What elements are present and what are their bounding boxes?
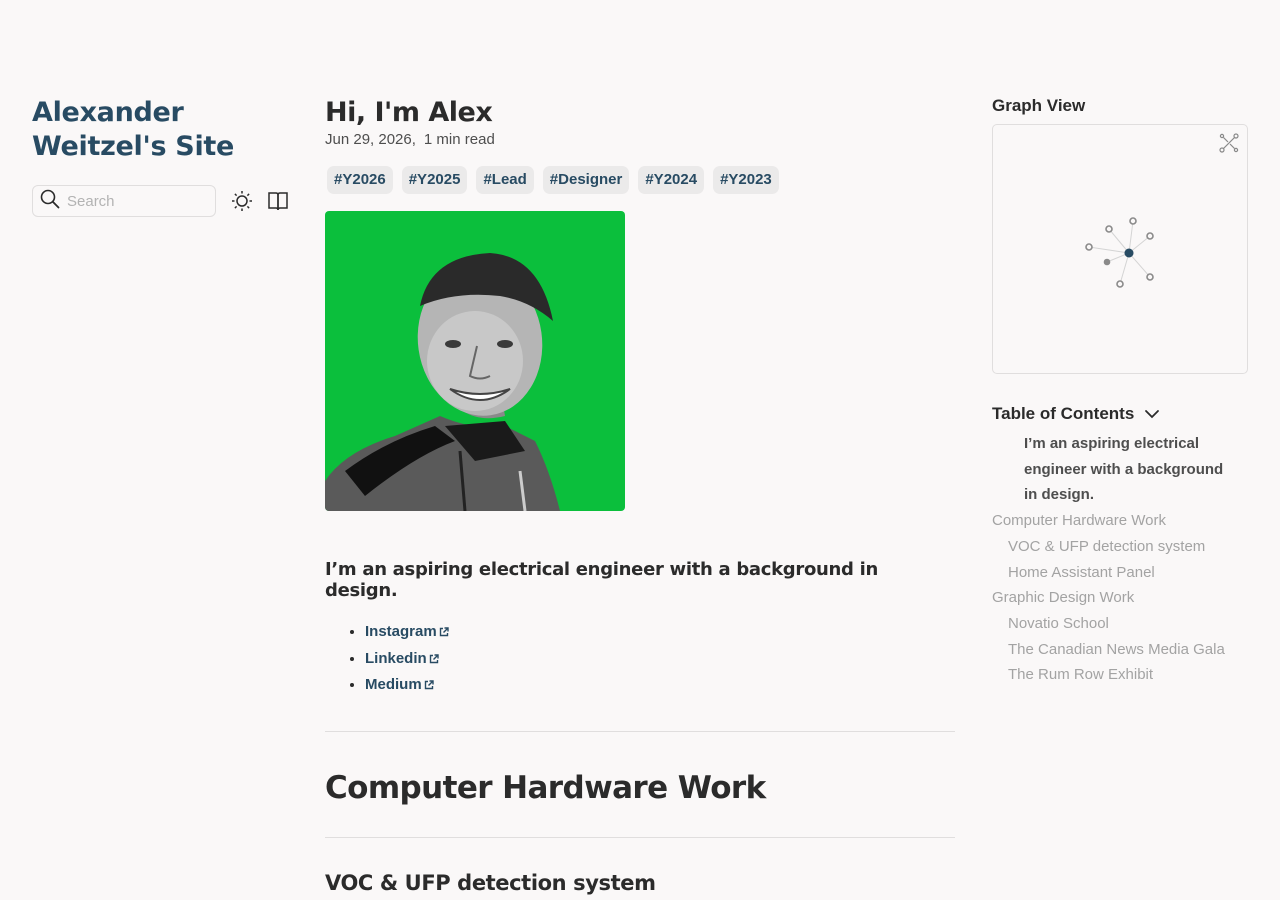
subsection-heading: VOC & UFP detection system — [325, 870, 656, 895]
list-item: Medium — [365, 672, 955, 699]
tag[interactable]: #Designer — [542, 166, 630, 194]
toc-item[interactable]: Computer Hardware Work — [992, 508, 1248, 534]
toc-item[interactable]: Novatio School — [992, 611, 1248, 637]
external-link-icon — [424, 673, 434, 699]
intro-heading: I’m an aspiring electrical engineer with… — [325, 559, 878, 601]
chevron-down-icon[interactable] — [1144, 406, 1160, 422]
article-meta: Jun 29, 2026, 1 min read — [325, 131, 955, 148]
sun-icon[interactable] — [230, 189, 254, 213]
link-label: Linkedin — [365, 649, 427, 667]
section-heading: Computer Hardware Work — [325, 769, 766, 806]
divider — [325, 836, 955, 838]
toc-item[interactable]: VOC & UFP detection system — [992, 534, 1248, 560]
list-item: Linkedin — [365, 646, 955, 673]
article: Hi, I'm Alex Jun 29, 2026, 1 min read #Y… — [325, 96, 955, 895]
site-title[interactable]: Alexander Weitzel's Site — [32, 96, 292, 164]
sidebar-tools: Search — [32, 185, 292, 217]
profile-photo — [325, 211, 625, 511]
toc-title: Table of Contents — [992, 404, 1135, 423]
social-links: Instagram Linkedin Medium — [365, 619, 955, 699]
medium-link[interactable]: Medium — [365, 676, 434, 693]
link-label: Instagram — [365, 623, 437, 640]
toc-item[interactable]: Graphic Design Work — [992, 585, 1248, 611]
right-sidebar: Graph View Table of Contents I’m an aspi… — [992, 96, 1248, 688]
graph-view-title: Graph View — [992, 96, 1086, 115]
toc-item[interactable]: I’m an aspiring electrical engineer with… — [992, 431, 1248, 508]
search-placeholder: Search — [67, 192, 115, 210]
linkedin-link[interactable]: Linkedin — [365, 650, 439, 667]
tag[interactable]: #Y2025 — [401, 166, 468, 194]
graph-nodes — [1085, 217, 1154, 288]
graph-view[interactable] — [992, 124, 1248, 374]
toc-item[interactable]: Home Assistant Panel — [992, 560, 1248, 586]
link-label: Medium — [365, 676, 422, 693]
page-title: Hi, I'm Alex — [325, 97, 493, 128]
article-date: Jun 29, 2026, — [325, 131, 416, 148]
book-icon[interactable] — [266, 189, 290, 213]
toc-list: I’m an aspiring electrical engineer with… — [992, 431, 1248, 688]
left-sidebar: Alexander Weitzel's Site Search — [32, 96, 292, 217]
tag-list: #Y2026 #Y2025 #Lead #Designer #Y2024 #Y2… — [327, 166, 955, 194]
toc-item[interactable]: The Canadian News Media Gala — [992, 637, 1248, 663]
toc-item[interactable]: The Rum Row Exhibit — [992, 662, 1248, 688]
instagram-link[interactable]: Instagram — [365, 623, 449, 640]
toc-header[interactable]: Table of Contents — [992, 404, 1248, 424]
external-link-icon — [439, 620, 449, 646]
list-item: Instagram — [365, 619, 955, 646]
external-link-icon — [429, 647, 439, 673]
tag[interactable]: #Y2026 — [327, 166, 393, 194]
search-input[interactable]: Search — [32, 185, 216, 217]
divider — [325, 730, 955, 732]
search-icon — [40, 189, 60, 214]
read-time: 1 min read — [423, 131, 495, 148]
expand-graph-icon[interactable] — [1219, 133, 1239, 158]
tag[interactable]: #Y2023 — [713, 166, 779, 194]
tag[interactable]: #Lead — [476, 166, 534, 194]
tag[interactable]: #Y2024 — [638, 166, 705, 194]
